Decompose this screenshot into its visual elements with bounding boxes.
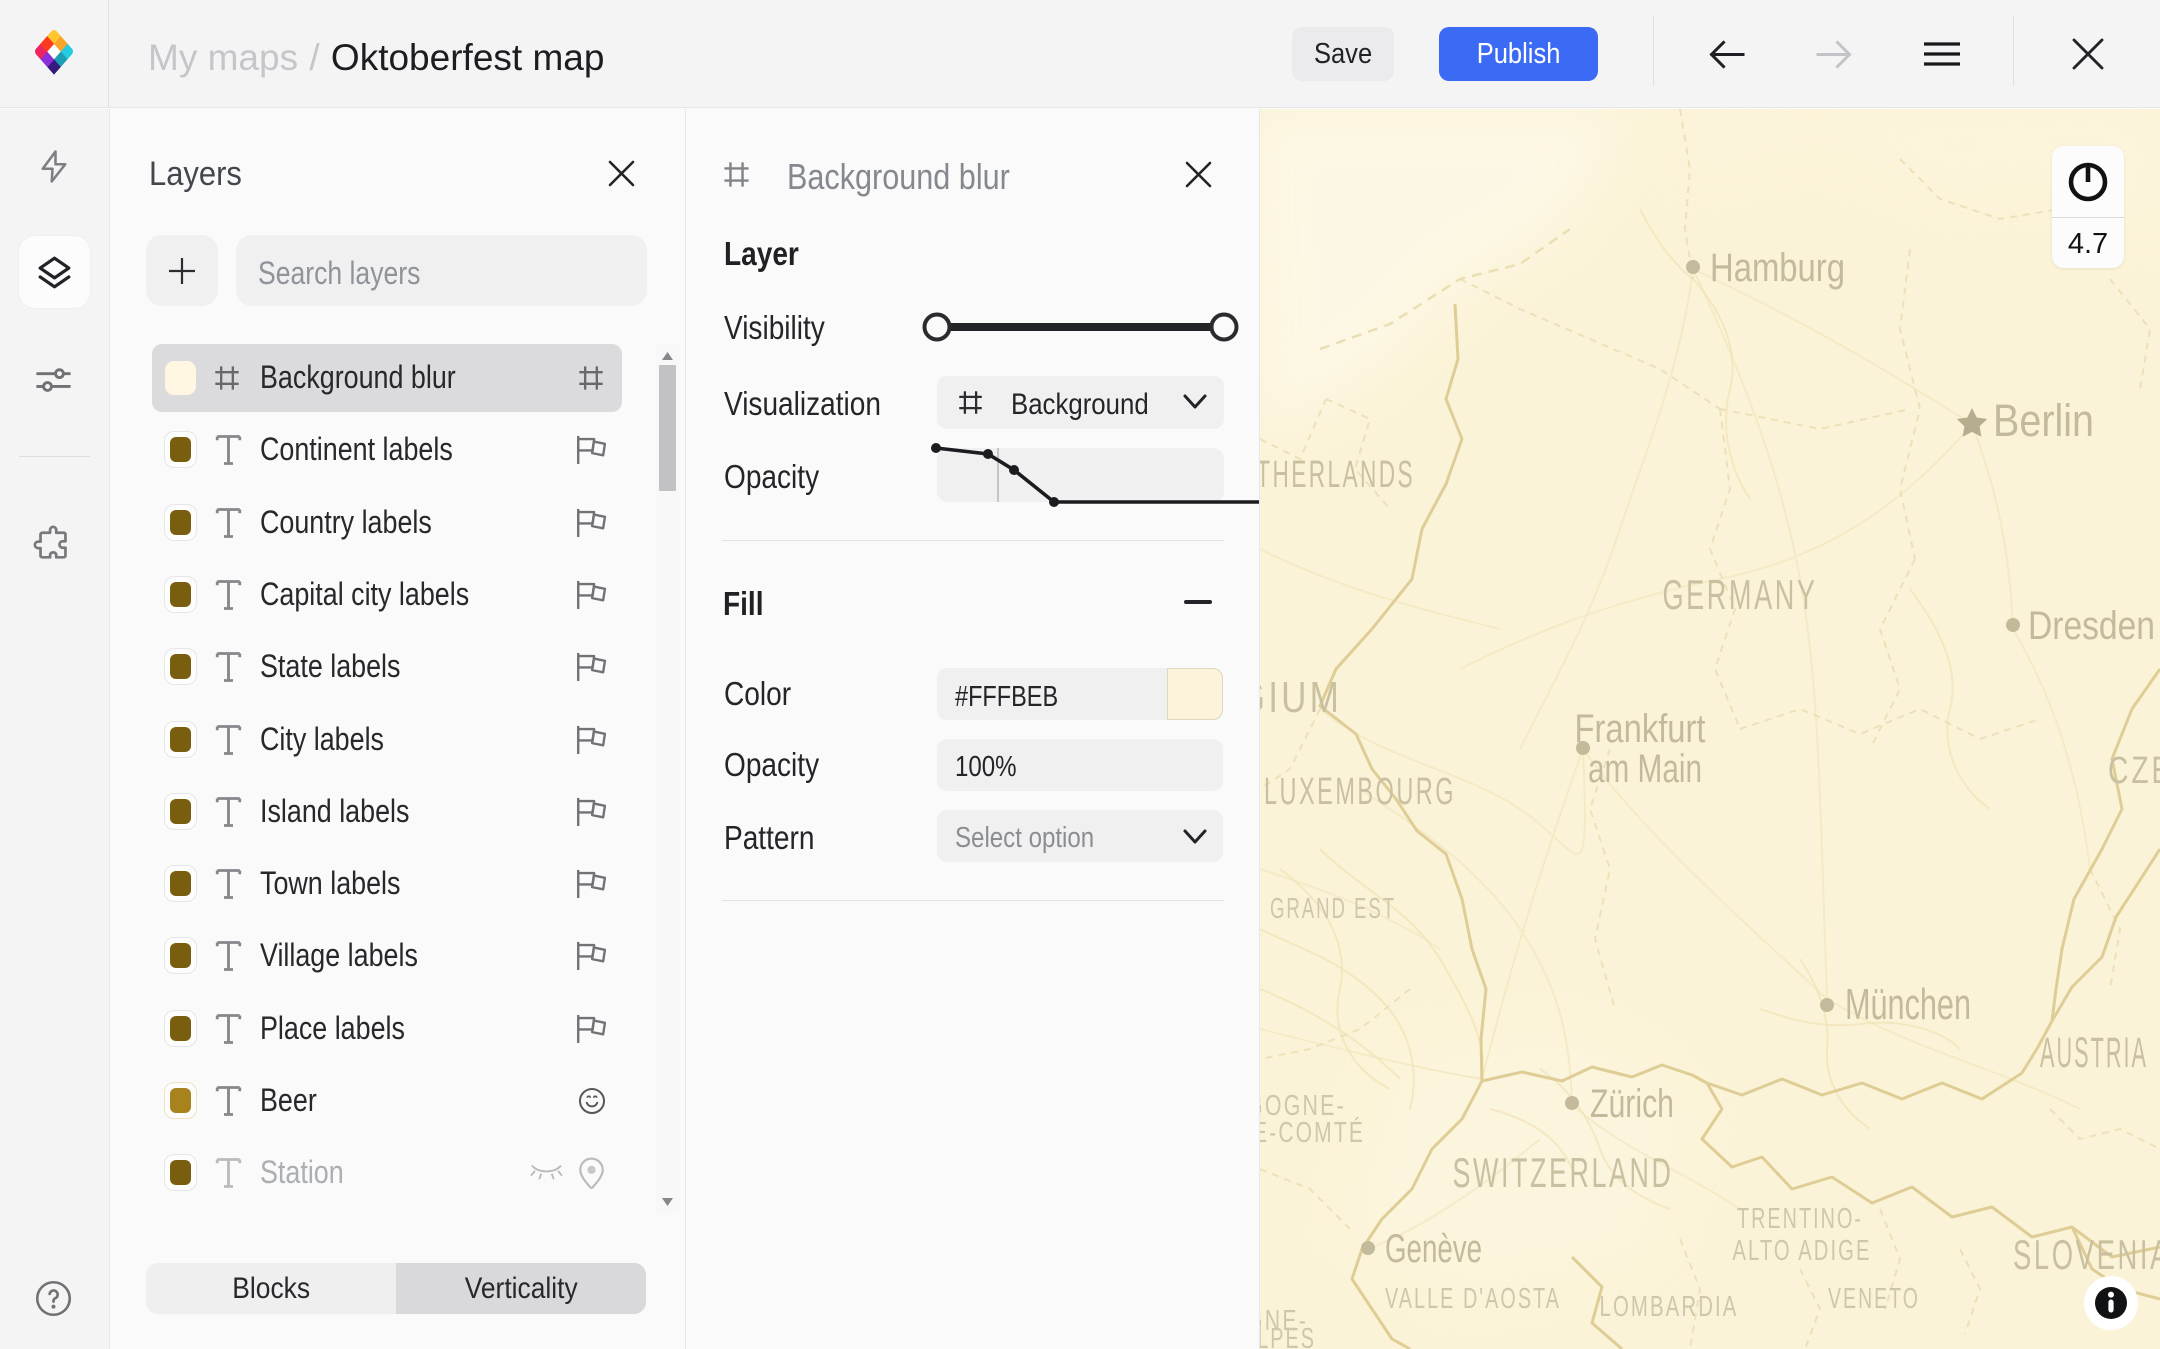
svg-text:BELGIUM: BELGIUM [1260,673,1342,722]
svg-text:AUSTRIA: AUSTRIA [2040,1029,2148,1077]
svg-text:CZECH: CZECH [2108,750,2160,792]
svg-text:VENETO: VENETO [1828,1283,1920,1315]
svg-text:Berlin: Berlin [1993,395,2094,446]
svg-text:Frankfurt: Frankfurt [1575,707,1706,751]
svg-text:Dresden: Dresden [2028,604,2155,648]
svg-text:VALLE D'AOSTA: VALLE D'AOSTA [1385,1283,1561,1315]
svg-text:SLOVENIA: SLOVENIA [2013,1231,2160,1278]
svg-text:TRENTINO-: TRENTINO- [1737,1203,1863,1235]
svg-text:Genève: Genève [1385,1227,1482,1271]
svg-text:LOMBARDIA: LOMBARDIA [1600,1291,1739,1323]
svg-text:NETHERLANDS: NETHERLANDS [1260,454,1415,496]
svg-text:GRAND EST: GRAND EST [1270,893,1396,925]
svg-text:E-COMTÉ: E-COMTÉ [1260,1116,1365,1149]
svg-text:am Main: am Main [1588,747,1702,791]
svg-text:Zürich: Zürich [1590,1082,1674,1126]
svg-text:ALPES: ALPES [1260,1323,1316,1349]
svg-text:GERMANY: GERMANY [1663,571,1818,618]
svg-text:ALTO ADIGE: ALTO ADIGE [1733,1235,1872,1267]
svg-text:SWITZERLAND: SWITZERLAND [1453,1149,1674,1196]
svg-text:München: München [1845,980,1971,1029]
svg-text:Hamburg: Hamburg [1710,246,1845,290]
svg-text:LUXEMBOURG: LUXEMBOURG [1264,771,1456,813]
